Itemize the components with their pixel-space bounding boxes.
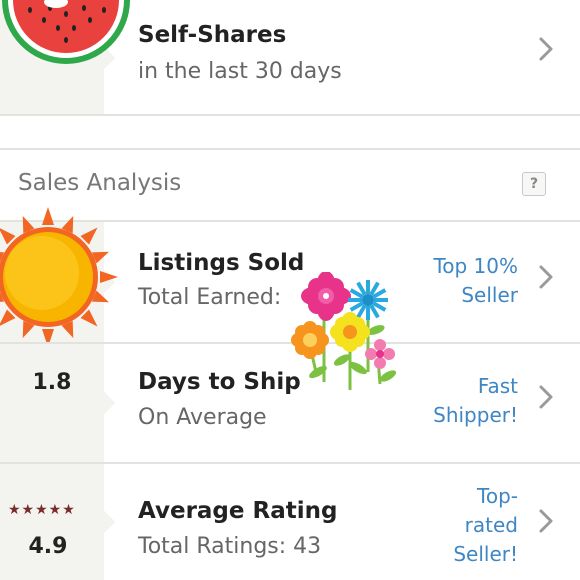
days-to-ship-value: 1.8 — [32, 370, 72, 395]
average-rating-subtitle: Total Ratings: 43 — [138, 534, 322, 559]
divider — [0, 114, 580, 116]
chevron-right-icon — [539, 509, 553, 533]
badge-line: Fast — [477, 374, 518, 398]
row-icon-column — [0, 344, 104, 462]
row-icon-column — [0, 464, 104, 580]
badge-line: rated — [464, 513, 518, 537]
days-to-ship-subtitle: On Average — [138, 405, 267, 430]
chevron-right-icon — [539, 37, 553, 61]
top-seller-badge[interactable]: Top 10% Seller — [433, 252, 518, 310]
help-button[interactable]: ? — [522, 172, 546, 196]
self-shares-subtitle: in the last 30 days — [138, 59, 342, 84]
watermelon-icon — [2, 0, 130, 64]
sun-icon — [0, 207, 118, 347]
badge-line: Top- — [477, 484, 518, 508]
average-rating-value: 4.9 — [28, 534, 68, 559]
fast-shipper-badge[interactable]: Fast Shipper! — [433, 372, 518, 430]
badge-line: Seller! — [453, 542, 518, 566]
rating-stars-icon: ★★★★★ — [8, 502, 76, 518]
self-shares-title: Self-Shares — [138, 22, 287, 48]
average-rating-row[interactable]: ★★★★★ 4.9 Average Rating Total Ratings: … — [0, 464, 580, 580]
top-rated-badge[interactable]: Top- rated Seller! — [453, 482, 518, 569]
divider — [0, 148, 580, 150]
section-title: Sales Analysis — [18, 170, 182, 196]
chevron-right-icon — [539, 385, 553, 409]
badge-line: Shipper! — [433, 403, 518, 427]
self-shares-row[interactable]: Self-Shares in the last 30 days — [0, 0, 580, 116]
listings-sold-subtitle: Total Earned: — [138, 285, 282, 310]
days-to-ship-title: Days to Ship — [138, 369, 301, 395]
badge-line: Top 10% — [433, 254, 518, 278]
flowers-sticker-icon — [291, 272, 397, 390]
badge-line: Seller — [461, 283, 518, 307]
average-rating-title: Average Rating — [138, 498, 338, 524]
listings-sold-title: Listings Sold — [138, 250, 305, 276]
chevron-right-icon — [539, 265, 553, 289]
